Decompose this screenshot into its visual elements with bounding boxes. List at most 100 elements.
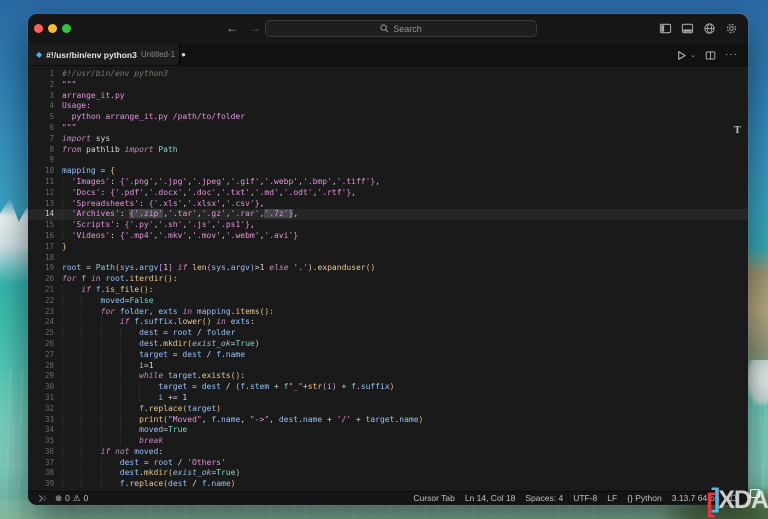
split-editor-icon[interactable] — [705, 50, 716, 61]
code-line[interactable]: 35 break — [28, 436, 748, 447]
problems-indicator[interactable]: ⊗ 0 ⚠ 0 — [55, 493, 88, 504]
history-nav: ← → — [226, 22, 261, 35]
line-number: 27 — [44, 349, 54, 359]
zoom-window-button[interactable] — [62, 24, 71, 33]
toggle-primary-sidebar-icon[interactable] — [659, 22, 672, 35]
code-token: root — [153, 457, 173, 467]
status-left: ⊗ 0 ⚠ 0 — [38, 493, 88, 504]
code-line[interactable]: 8 from pathlib import Path — [28, 145, 748, 156]
code-line[interactable]: 17} — [28, 242, 748, 253]
tab-untitled-1[interactable]: ◆ #!/usr/bin/env python3 Untitled-1 ● — [28, 44, 186, 65]
code-line[interactable]: 26 dest.mkdir(exist_ok=True) — [28, 339, 748, 350]
code-line[interactable]: 25 dest = root / folder — [28, 328, 748, 339]
indent-guide — [81, 361, 100, 370]
status-item[interactable]: UTF-8 — [573, 493, 597, 503]
code-token: moved — [139, 425, 164, 435]
code-line[interactable]: 14 'Archives': {'.zip','.tar','.gz','.ra… — [28, 209, 748, 221]
code-line[interactable]: 5 python arrange_it.py /path/to/folder — [28, 112, 748, 123]
code-line[interactable]: 31 i += 1 — [28, 393, 748, 404]
code-line[interactable]: 6 """ — [28, 123, 748, 134]
code-token: exts — [230, 317, 250, 327]
indent-guide — [120, 425, 139, 434]
indent-guide — [81, 382, 100, 391]
run-dropdown-chevron-icon[interactable]: ⌄ — [690, 51, 696, 59]
code-token: '.xlsx' — [187, 198, 221, 208]
code-token: if — [100, 446, 111, 456]
search-input[interactable]: Search — [265, 20, 537, 37]
code-token: from — [62, 144, 82, 154]
code-token: expanduser — [317, 263, 366, 273]
line-number: 4 — [49, 101, 54, 111]
code-line[interactable]: 12 'Docs': {'.pdf','.docx','.doc','.txt'… — [28, 188, 748, 199]
status-item[interactable]: LF — [607, 493, 617, 503]
indent-guide — [62, 393, 81, 402]
code-line[interactable]: 39 f.replace(dest / f.name) — [28, 479, 748, 490]
code-line[interactable]: 32 f.replace(target) — [28, 404, 748, 415]
status-item[interactable]: Ln 14, Col 18 — [465, 493, 516, 503]
status-item[interactable]: {} Python — [627, 493, 662, 503]
run-button[interactable] — [676, 50, 687, 61]
code-token: 'Spreadsheets' — [71, 198, 140, 208]
code-line[interactable]: 38 dest.mkdir(exist_ok=True) — [28, 468, 748, 479]
line-number: 31 — [44, 392, 54, 402]
code-token: , — [259, 198, 265, 208]
code-token: for — [62, 274, 77, 284]
code-line[interactable]: 22 moved=False — [28, 296, 748, 307]
code-line[interactable]: 19 root = Path(sys.argv[1] if len(sys.arg… — [28, 263, 748, 274]
minimize-window-button[interactable] — [48, 24, 57, 33]
error-icon: ⊗ — [55, 492, 63, 503]
code-token: target — [167, 371, 197, 381]
code-token: for — [100, 306, 115, 316]
status-item[interactable]: Spaces: 4 — [525, 493, 563, 503]
code-line[interactable]: 11 'Images': {'.png','.jpg','.jpeg','.gi… — [28, 177, 748, 188]
globe-icon[interactable] — [703, 22, 716, 35]
code-line[interactable]: 9 — [28, 155, 748, 166]
code-token: iterdir — [129, 274, 164, 284]
code-token: ) — [230, 479, 236, 489]
code-line[interactable]: 7 import sys — [28, 134, 748, 145]
code-token: '.bmp' — [302, 176, 332, 186]
indent-guide — [101, 458, 120, 467]
editor-pane[interactable]: 1 #!/usr/bin/env python3 2 """ 3 arrange_it.p… — [28, 66, 748, 491]
back-arrow-icon[interactable]: ← — [226, 22, 238, 35]
code-line[interactable]: 28 i=1 — [28, 361, 748, 372]
line-number: 33 — [44, 414, 54, 424]
xda-watermark: [ ] XDA — [706, 483, 768, 517]
code-line[interactable]: 30 target = dest / (f.stem + f"_"+str(i)… — [28, 382, 748, 393]
code-line[interactable]: 20 for f in root.iterdir(): — [28, 274, 748, 285]
code-token: '.txt' — [221, 187, 250, 197]
code-token: suffix — [143, 317, 173, 327]
code-line[interactable]: 29 while target.exists(): — [28, 371, 748, 382]
code-line[interactable]: 10 mapping = { — [28, 166, 748, 177]
code-line[interactable]: 2 """ — [28, 80, 748, 91]
code-line[interactable]: 21 if f.is_file(): — [28, 285, 748, 296]
code-line[interactable]: 24 if f.suffix.lower() in exts: — [28, 317, 748, 328]
code-line[interactable]: 34 moved=True — [28, 425, 748, 436]
more-actions-icon[interactable]: ··· — [725, 50, 738, 60]
code-line[interactable]: 36 if not moved: — [28, 447, 748, 458]
close-window-button[interactable] — [34, 24, 43, 33]
indent-guide — [62, 188, 72, 197]
code-line[interactable]: 15 'Scripts': {'.py','.sh','.js','.ps1'}… — [28, 220, 748, 231]
code-line[interactable]: 37 dest = root / 'Others' — [28, 458, 748, 469]
forward-arrow-icon[interactable]: → — [249, 22, 261, 35]
line-number: 16 — [44, 230, 54, 240]
code-token: Usage: — [62, 101, 91, 111]
code-token: name — [225, 349, 246, 359]
code-line[interactable]: 23 for folder, exts in mapping.items(): — [28, 307, 748, 318]
code-line[interactable]: 3 arrange_it.py — [28, 91, 748, 102]
code-line[interactable]: 16 'Videos': {'.mp4','.mkv','.mov','.web… — [28, 231, 748, 242]
remote-indicator-icon[interactable] — [38, 494, 47, 503]
toggle-panel-icon[interactable] — [681, 22, 694, 35]
code-token: () — [259, 306, 270, 316]
code-line[interactable]: 13 'Spreadsheets': {'.xls','.xlsx','.csv… — [28, 199, 748, 210]
indent-guide — [62, 415, 81, 424]
code-line[interactable]: 18 — [28, 253, 748, 264]
code-line[interactable]: 33 print("Moved", f.name, "->", dest.nam… — [28, 415, 748, 426]
code-line[interactable]: 1 #!/usr/bin/env python3 — [28, 69, 748, 80]
code-token: dest — [119, 457, 140, 467]
code-line[interactable]: 27 target = dest / f.name — [28, 350, 748, 361]
settings-gear-icon[interactable] — [725, 22, 738, 35]
status-item[interactable]: Cursor Tab — [413, 493, 454, 503]
code-line[interactable]: 4 Usage: — [28, 101, 748, 112]
